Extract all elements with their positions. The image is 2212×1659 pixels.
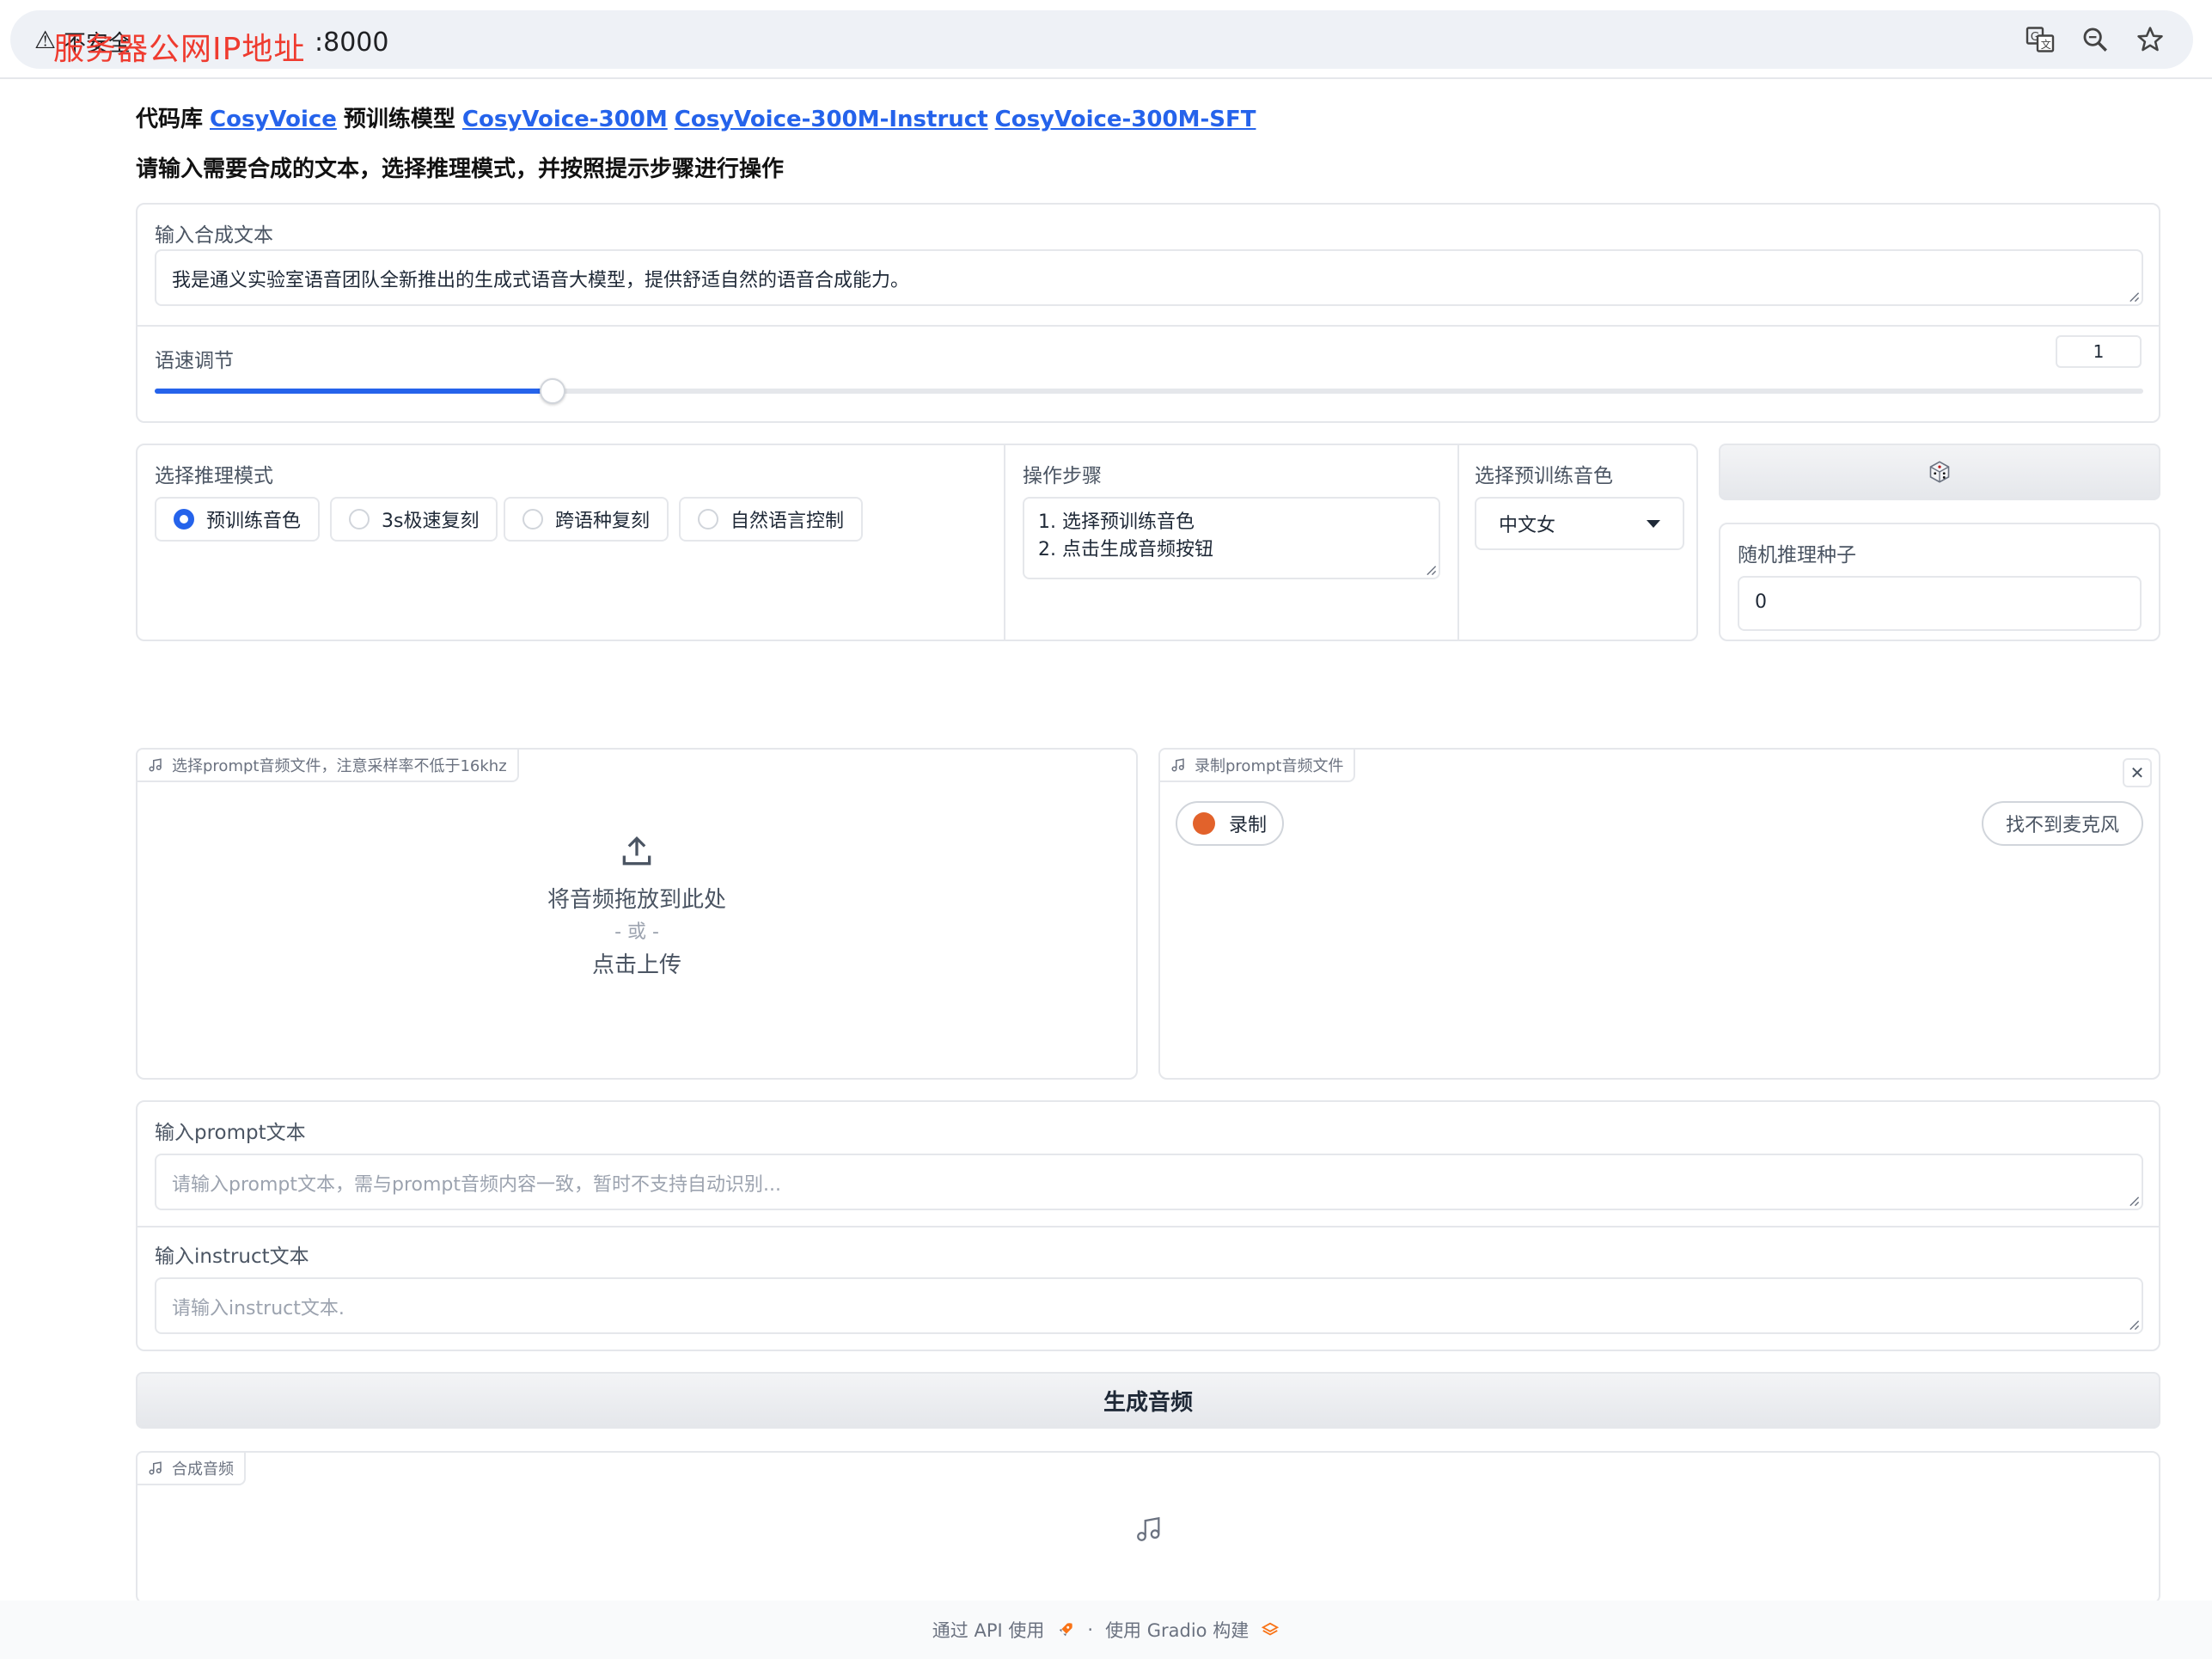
speed-slider-fill	[155, 389, 553, 394]
radio-dot	[698, 509, 718, 530]
mode-panel: 选择推理模式 预训练音色 3s极速复刻 跨语种复刻 自然语言控制 操作步骤 1.…	[136, 444, 1698, 641]
cosyvoice-link[interactable]: CosyVoice	[210, 107, 337, 132]
url-port[interactable]: :8000	[315, 28, 388, 58]
synth-text-label: 输入合成文本	[155, 224, 273, 247]
radio-dot	[522, 509, 543, 530]
voice-label: 选择预训练音色	[1475, 465, 1613, 487]
record-dot-icon	[1193, 812, 1215, 835]
mode-option-cross-lingual[interactable]: 跨语种复刻	[504, 497, 669, 542]
steps-label: 操作步骤	[1023, 465, 1102, 487]
upload-icon	[137, 832, 1136, 873]
steps-line: 1. 选择预训练音色	[1038, 511, 1195, 533]
record-button-label: 录制	[1229, 815, 1268, 836]
close-icon[interactable]: ✕	[2123, 758, 2152, 787]
instruct-text-input[interactable]: 请输入instruct文本.	[155, 1277, 2143, 1334]
chevron-down-icon	[1647, 519, 1660, 528]
upload-click-text[interactable]: 点击上传	[137, 947, 1136, 979]
gradio-link[interactable]: 使用 Gradio 构建	[1105, 1617, 1249, 1643]
steps-textarea[interactable]: 1. 选择预训练音色 2. 点击生成音频按钮	[1023, 497, 1440, 579]
voice-dropdown-value: 中文女	[1499, 515, 1556, 536]
bookmark-star-icon[interactable]	[2133, 22, 2167, 57]
upload-panel[interactable]: 选择prompt音频文件，注意采样率不低于16khz 将音频拖放到此处 - 或 …	[136, 748, 1138, 1080]
browser-bar: ⚠ 不安全 服务器公网IP地址 :8000 G文	[0, 0, 2212, 79]
music-note-icon	[1134, 1515, 1164, 1547]
prompt-text-label: 输入prompt文本	[155, 1122, 306, 1144]
speed-slider[interactable]	[155, 378, 2143, 404]
prompt-panel: 输入prompt文本 请输入prompt文本，需与prompt音频内容一致，暂时…	[136, 1100, 2160, 1351]
output-audio-panel: 合成音频	[136, 1451, 2160, 1604]
svg-text:文: 文	[2041, 38, 2051, 51]
upload-drop-text: 将音频拖放到此处	[547, 887, 726, 913]
model-link-300m[interactable]: CosyVoice-300M	[462, 107, 668, 132]
upload-or-text: - 或 -	[614, 921, 659, 943]
record-tag-label: 录制prompt音频文件	[1195, 757, 1344, 775]
seed-panel: 随机推理种子 0	[1719, 523, 2160, 641]
mode-option-instruct[interactable]: 自然语言控制	[679, 497, 864, 542]
random-seed-button[interactable]	[1719, 444, 2160, 500]
rocket-icon	[1060, 1623, 1073, 1637]
page-subtitle: 请输入需要合成的文本，选择推理模式，并按照提示步骤进行操作	[136, 156, 785, 182]
column-divider	[1004, 445, 1005, 640]
output-tag-label: 合成音频	[172, 1460, 234, 1478]
panel-divider	[137, 1226, 2159, 1227]
mode-option-3s-clone[interactable]: 3s极速复刻	[330, 497, 498, 542]
upload-tag-label: 选择prompt音频文件，注意采样率不低于16khz	[172, 757, 507, 775]
speed-slider-thumb[interactable]	[539, 378, 565, 404]
seed-label: 随机推理种子	[1738, 544, 1856, 566]
ip-overlay-text: 服务器公网IP地址	[53, 32, 306, 67]
address-bar[interactable]: ⚠ 不安全 服务器公网IP地址 :8000 G文	[10, 10, 2193, 69]
steps-line: 2. 点击生成音频按钮	[1038, 539, 1213, 560]
pretrained-label: 预训练模型	[343, 107, 455, 132]
footer-separator: ·	[1087, 1619, 1094, 1640]
music-note-icon	[149, 1461, 162, 1475]
mode-label: 选择推理模式	[155, 465, 273, 487]
resize-handle-icon[interactable]	[2128, 291, 2140, 303]
seed-input[interactable]: 0	[1738, 576, 2142, 631]
resize-handle-icon[interactable]	[2128, 1319, 2140, 1331]
dice-icon	[1929, 461, 1950, 483]
prompt-text-input[interactable]: 请输入prompt文本，需与prompt音频内容一致，暂时不支持自动识别...	[155, 1154, 2143, 1210]
footer: 通过 API 使用 · 使用 Gradio 构建	[0, 1601, 2212, 1659]
mode-option-label: 预训练音色	[206, 511, 302, 532]
synth-panel: 输入合成文本 我是通义实验室语音团队全新推出的生成式语音大模型，提供舒适自然的语…	[136, 203, 2160, 423]
speed-label: 语速调节	[155, 350, 234, 372]
voice-dropdown[interactable]: 中文女	[1475, 497, 1684, 550]
resize-handle-icon[interactable]	[1425, 564, 1437, 576]
mode-option-label: 跨语种复刻	[555, 511, 651, 532]
instruct-text-label: 输入instruct文本	[155, 1246, 309, 1268]
code-label: 代码库	[136, 107, 204, 132]
music-note-icon	[1171, 758, 1184, 772]
zoom-icon[interactable]	[2078, 22, 2112, 57]
model-link-sft[interactable]: CosyVoice-300M-SFT	[995, 107, 1256, 132]
radio-dot	[174, 509, 194, 530]
record-panel: 录制prompt音频文件 ✕ 录制 找不到麦克风	[1158, 748, 2160, 1080]
mode-option-label: 自然语言控制	[730, 511, 845, 532]
api-link[interactable]: 通过 API 使用	[932, 1617, 1045, 1643]
upload-tag: 选择prompt音频文件，注意采样率不低于16khz	[136, 748, 519, 782]
model-link-instruct[interactable]: CosyVoice-300M-Instruct	[675, 107, 988, 132]
gradio-logo-icon	[1262, 1622, 1280, 1636]
mode-option-pretrained[interactable]: 预训练音色	[155, 497, 321, 542]
record-tag: 录制prompt音频文件	[1158, 748, 1356, 782]
header-line: 代码库 CosyVoice 预训练模型 CosyVoice-300M CosyVoice…	[136, 101, 1262, 133]
translate-icon[interactable]: G文	[2023, 22, 2057, 57]
music-note-icon	[149, 758, 162, 772]
no-microphone-button[interactable]: 找不到麦克风	[1982, 801, 2144, 846]
synth-text-input[interactable]: 我是通义实验室语音团队全新推出的生成式语音大模型，提供舒适自然的语音合成能力。	[155, 249, 2143, 306]
generate-audio-button[interactable]: 生成音频	[136, 1372, 2160, 1429]
radio-dot	[349, 509, 370, 530]
mode-option-label: 3s极速复刻	[382, 511, 480, 532]
column-divider	[1457, 445, 1459, 640]
speed-number-input[interactable]: 1	[2056, 335, 2142, 368]
output-tag: 合成音频	[136, 1451, 246, 1485]
panel-divider	[137, 325, 2159, 327]
record-button[interactable]: 录制	[1176, 801, 1285, 846]
resize-handle-icon[interactable]	[2128, 1195, 2140, 1207]
